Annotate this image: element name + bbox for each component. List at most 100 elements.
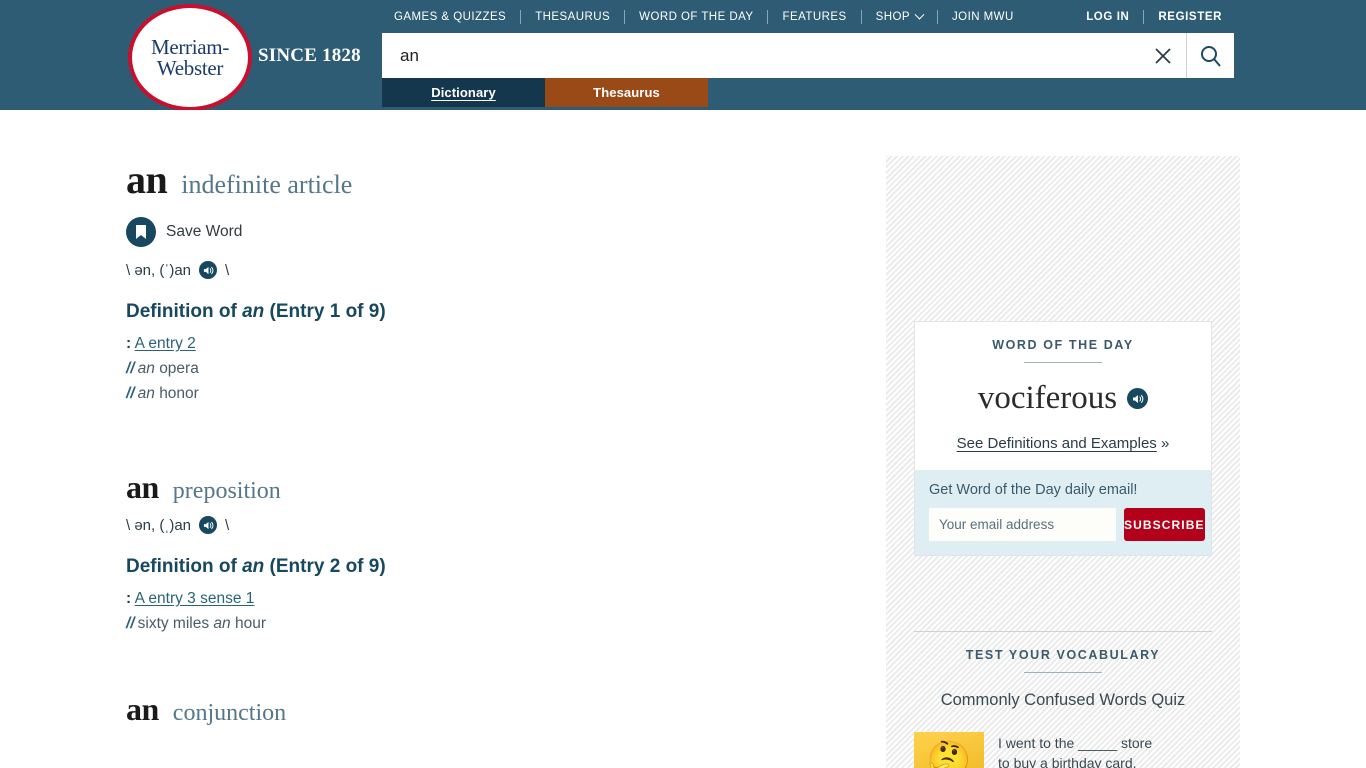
nav-item-features[interactable]: FEATURES xyxy=(768,11,860,23)
nav-item-thesaurus[interactable]: THESAURUS xyxy=(521,11,624,23)
entry-2-definition-title: Definition of an (Entry 2 of 9) xyxy=(126,556,866,578)
dictionary-entry-2: an preposition \ ən, (ˌ)an \ Definition … xyxy=(126,469,866,633)
sense-colon: : xyxy=(126,335,132,352)
search-icon xyxy=(1200,45,1221,67)
link-arrow: » xyxy=(1160,435,1170,452)
quiz-title: Commonly Confused Words Quiz xyxy=(940,691,1186,709)
signup-label: Get Word of the Day daily email! xyxy=(929,482,1138,498)
entry-2-pronunciation-text: \ ən, (ˌ)an xyxy=(126,516,192,534)
quiz-kicker: TEST YOUR VOCABULARY xyxy=(965,648,1161,662)
email-field[interactable] xyxy=(929,508,1116,541)
entry-3-heading: an conjunction xyxy=(126,691,866,728)
entry-3-part-of-speech: conjunction xyxy=(172,700,287,726)
chevron-down-icon xyxy=(914,9,925,20)
entry-1-heading: an indefinite article xyxy=(126,156,866,203)
bookmark-icon xyxy=(126,217,156,247)
site-logo[interactable]: Merriam- Webster xyxy=(128,4,254,111)
save-word-label: Save Word xyxy=(166,223,243,240)
site-header: Merriam- Webster SINCE 1828 GAMES & QUIZ… xyxy=(0,0,1366,111)
entry-2-def-suffix: (Entry 2 of 9) xyxy=(264,556,386,577)
logo-line-2: Webster xyxy=(156,55,224,80)
entry-2-def-prefix: Definition of xyxy=(126,556,243,577)
log-in-link[interactable]: LOG IN xyxy=(1072,11,1143,23)
play-word-of-the-day-button[interactable] xyxy=(1127,388,1149,409)
since-tagline: SINCE 1828 xyxy=(258,45,361,66)
entry-1-def-prefix: Definition of xyxy=(126,301,243,322)
tab-thesaurus-label: Thesaurus xyxy=(593,85,660,100)
entry-2-example-1-word: an xyxy=(213,615,231,632)
search-scope-tabs: Dictionary Thesaurus xyxy=(382,78,708,107)
entry-3-headword: an xyxy=(126,691,159,727)
definition-column: an indefinite article Save Word \ ən, (ˈ… xyxy=(126,156,866,736)
bookmark-glyph xyxy=(136,225,146,239)
tab-dictionary-label: Dictionary xyxy=(431,85,496,100)
thinking-face-icon: 🤔 xyxy=(914,732,984,768)
entry-1-example-2: //an honor xyxy=(126,385,866,403)
subscribe-button[interactable]: SUBSCRIBE xyxy=(1124,508,1205,541)
speaker-icon xyxy=(203,521,213,529)
entry-2-pronunciation: \ ən, (ˌ)an \ xyxy=(126,516,866,534)
play-pronunciation-button-1[interactable] xyxy=(199,261,218,279)
example-marker: // xyxy=(126,615,135,632)
word-of-the-day-card: WORD OF THE DAY vociferous See Definitio… xyxy=(914,321,1212,556)
play-pronunciation-button-2[interactable] xyxy=(199,516,218,534)
entry-1-example-2-word: an xyxy=(137,385,155,402)
sidebar: WORD OF THE DAY vociferous See Definitio… xyxy=(886,156,1240,768)
logo-circle: Merriam- Webster xyxy=(128,4,252,111)
entry-1-example-1-rest: opera xyxy=(159,360,199,377)
close-icon xyxy=(1155,47,1171,64)
entry-2-def-word: an xyxy=(242,556,265,577)
entry-1-sense: : A entry 2 xyxy=(126,335,866,353)
dictionary-entry-3: an conjunction xyxy=(126,691,866,728)
entry-1-example-2-rest: honor xyxy=(159,385,199,402)
entry-1-example-1-word: an xyxy=(137,360,155,377)
search-bar xyxy=(382,33,1234,78)
test-your-vocabulary-card: TEST YOUR VOCABULARY Commonly Confused W… xyxy=(914,648,1212,768)
auth-nav: LOG IN REGISTER xyxy=(1072,8,1236,26)
entry-1-definition-title: Definition of an (Entry 1 of 9) xyxy=(126,301,866,323)
search-submit-button[interactable] xyxy=(1186,33,1234,78)
signup-row: SUBSCRIBE xyxy=(929,508,1205,541)
primary-nav: GAMES & QUIZZES THESAURUS WORD OF THE DA… xyxy=(380,8,1028,26)
quiz-question-line-2: to buy a birthday card. xyxy=(998,754,1137,768)
word-of-the-day-link-row: See Definitions and Examples » xyxy=(929,435,1197,452)
entry-1-def-word: an xyxy=(242,301,265,322)
entry-1-def-suffix: (Entry 1 of 9) xyxy=(264,301,386,322)
quiz-question: I went to the _____ store to buy a birth… xyxy=(998,732,1152,768)
quiz-question-line-1: I went to the _____ store xyxy=(998,735,1153,751)
word-of-the-day-kicker: WORD OF THE DAY xyxy=(992,338,1134,352)
word-of-the-day-word-row: vociferous xyxy=(929,380,1197,417)
entry-2-headword: an xyxy=(126,469,159,505)
entry-1-part-of-speech: indefinite article xyxy=(181,170,353,199)
logo-line-1: Merriam- xyxy=(150,34,230,59)
nav-item-shop[interactable]: SHOP xyxy=(862,9,937,23)
register-link[interactable]: REGISTER xyxy=(1144,11,1236,23)
nav-item-join-mwu[interactable]: JOIN MWU xyxy=(938,11,1028,23)
entry-2-heading: an preposition xyxy=(126,469,866,506)
speaker-icon xyxy=(1132,394,1143,403)
nav-item-games-quizzes[interactable]: GAMES & QUIZZES xyxy=(380,11,520,23)
tab-dictionary[interactable]: Dictionary xyxy=(382,78,545,107)
word-of-the-day-word[interactable]: vociferous xyxy=(978,380,1117,417)
entry-2-example-1: //sixty miles an hour xyxy=(126,615,267,632)
see-definitions-link[interactable]: See Definitions and Examples xyxy=(957,435,1157,452)
entry-2-part-of-speech: preposition xyxy=(172,478,281,504)
example-marker: // xyxy=(126,360,135,377)
word-of-the-day-signup: Get Word of the Day daily email! SUBSCRI… xyxy=(915,470,1211,555)
sense-colon: : xyxy=(126,590,132,607)
entry-1-pronunciation-text: \ ən, (ˈ)an xyxy=(126,261,192,279)
quiz-body: 🤔 I went to the _____ store to buy a bir… xyxy=(914,732,1212,768)
entry-1-pronunciation-tail: \ xyxy=(225,261,230,279)
speaker-icon xyxy=(203,266,213,274)
nav-item-shop-label: SHOP xyxy=(875,11,910,23)
tab-thesaurus[interactable]: Thesaurus xyxy=(545,78,708,107)
clear-search-button[interactable] xyxy=(1140,33,1186,78)
save-word-button[interactable]: Save Word xyxy=(126,217,866,247)
entry-2-cross-reference-link[interactable]: A entry 3 sense 1 xyxy=(135,590,255,607)
search-input[interactable] xyxy=(382,34,1140,77)
nav-item-word-of-the-day[interactable]: WORD OF THE DAY xyxy=(625,11,767,23)
entry-2-sense: : A entry 3 sense 1 xyxy=(126,590,866,608)
kicker-rule xyxy=(1024,362,1102,363)
entry-1-cross-reference-link[interactable]: A entry 2 xyxy=(135,335,196,352)
entry-1-pronunciation: \ ən, (ˈ)an \ xyxy=(126,261,866,279)
